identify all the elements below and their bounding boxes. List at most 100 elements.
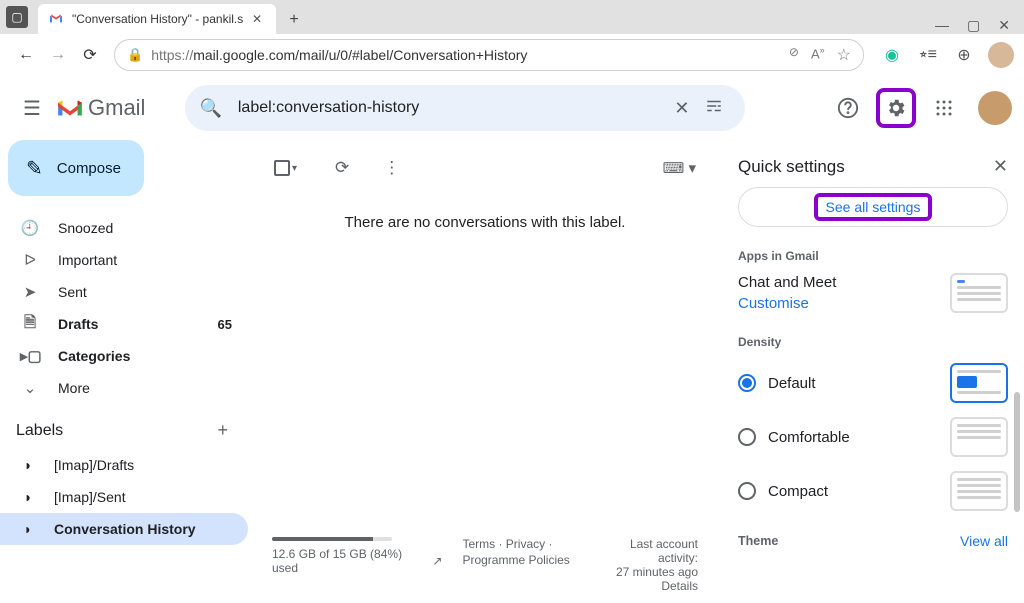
theme-section-label: Theme	[738, 534, 778, 548]
gmail-logo[interactable]: Gmail	[56, 95, 145, 121]
settings-gear-icon[interactable]	[876, 88, 916, 128]
reader-icon[interactable]: ⊘	[789, 45, 799, 65]
terms-link[interactable]: Terms	[462, 537, 495, 551]
labels-header: Labels +	[0, 404, 248, 449]
see-all-label: See all settings	[814, 193, 933, 221]
density-thumb-default	[950, 363, 1008, 403]
list-footer: 12.6 GB of 15 GB (84%) used ↗ Terms · Pr…	[258, 527, 712, 603]
open-link-icon[interactable]: ↗	[432, 554, 442, 568]
label-tag-icon: ◗	[20, 489, 36, 505]
density-default[interactable]: Default	[738, 363, 1008, 403]
drafts-count: 65	[218, 317, 232, 332]
activity-block: Last account activity: 27 minutes ago De…	[590, 537, 698, 593]
apps-thumbnail	[950, 273, 1008, 313]
label-text: [Imap]/Drafts	[54, 457, 134, 473]
sidebar-label: Sent	[58, 284, 87, 300]
compose-button[interactable]: ✎ Compose	[8, 140, 144, 196]
help-icon[interactable]	[828, 88, 868, 128]
url-scheme: https://	[151, 47, 193, 63]
sidebar-label: Snoozed	[58, 220, 113, 236]
sidebar-item-categories[interactable]: ▸▢Categories	[0, 340, 248, 372]
density-section-label: Density	[738, 335, 1008, 349]
density-comfortable[interactable]: Comfortable	[738, 417, 1008, 457]
browser-tab[interactable]: "Conversation History" - pankil.s ✕	[38, 4, 276, 34]
tab-close-icon[interactable]: ✕	[248, 12, 266, 26]
density-label: Compact	[768, 483, 828, 500]
labels-title: Labels	[16, 422, 63, 440]
customise-link[interactable]: Customise	[738, 295, 836, 312]
forward-button[interactable]: →	[42, 39, 74, 71]
refresh-list-icon[interactable]: ⟳	[325, 158, 359, 178]
back-button[interactable]: ←	[10, 39, 42, 71]
clock-icon: 🕘	[20, 219, 40, 237]
label-tag-icon: ◗	[20, 521, 36, 537]
new-tab-button[interactable]: +	[280, 6, 308, 34]
scrollbar[interactable]	[1014, 392, 1020, 512]
account-avatar[interactable]	[978, 91, 1012, 125]
refresh-button[interactable]: ⟳	[74, 39, 106, 71]
address-bar[interactable]: 🔒 https://mail.google.com/mail/u/0/#labe…	[114, 39, 864, 71]
density-label: Comfortable	[768, 429, 850, 446]
close-panel-icon[interactable]: ✕	[993, 156, 1008, 177]
input-tools-icon[interactable]: ⌨ ▾	[663, 159, 696, 177]
sidebar-item-sent[interactable]: ➤ Sent	[0, 276, 248, 308]
select-all-checkbox[interactable]: ▾	[274, 160, 297, 176]
tab-actions-icon[interactable]: ▢	[6, 6, 28, 28]
sidebar-item-important[interactable]: ᐅ Important	[0, 244, 248, 276]
policy-links: Terms · Privacy · Programme Policies	[462, 537, 569, 567]
label-imap-sent[interactable]: ◗[Imap]/Sent	[0, 481, 248, 513]
url-path: mail.google.com/mail/u/0/#label/Conversa…	[193, 47, 527, 63]
sidebar-label: Drafts	[58, 316, 98, 332]
search-icon[interactable]: 🔍	[199, 98, 221, 119]
density-thumb-comfortable	[950, 417, 1008, 457]
text-aa-icon[interactable]: A»	[811, 45, 825, 65]
lock-icon: 🔒	[127, 47, 143, 63]
maximize-icon[interactable]: ▢	[967, 17, 980, 34]
window-controls: — ▢ ✕	[921, 17, 1024, 34]
grammarly-icon[interactable]: ◉	[880, 43, 904, 67]
view-all-themes-link[interactable]: View all	[960, 533, 1008, 549]
favorite-star-icon[interactable]: ☆	[837, 45, 851, 65]
favorites-icon[interactable]: ⭒≡	[916, 43, 940, 67]
gmail-header: ☰ Gmail 🔍 ✕	[0, 76, 1024, 140]
quick-settings-panel: Quick settings ✕ See all settings Apps i…	[722, 140, 1024, 603]
sidebar-label: Important	[58, 252, 117, 268]
search-input[interactable]	[238, 99, 666, 117]
programme-policies-link[interactable]: Programme Policies	[462, 553, 569, 567]
browser-profile-avatar[interactable]	[988, 42, 1014, 68]
sidebar-item-more[interactable]: ⌄More	[0, 372, 248, 404]
label-text: Conversation History	[54, 521, 196, 537]
chevron-down-icon: ⌄	[20, 379, 40, 397]
radio-icon	[738, 428, 756, 446]
clear-search-icon[interactable]: ✕	[666, 98, 697, 119]
minimize-icon[interactable]: —	[935, 17, 949, 34]
search-box[interactable]: 🔍 ✕	[185, 85, 745, 131]
more-options-icon[interactable]: ⋮	[373, 158, 410, 178]
search-tune-icon[interactable]	[697, 97, 731, 120]
label-tag-icon: ◗	[20, 457, 36, 473]
gmail-favicon	[48, 11, 64, 27]
density-compact[interactable]: Compact	[738, 471, 1008, 511]
label-imap-drafts[interactable]: ◗ [Imap]/Drafts	[0, 449, 248, 481]
sidebar-item-snoozed[interactable]: 🕘 Snoozed	[0, 212, 248, 244]
send-icon: ➤	[20, 283, 40, 301]
storage-bar	[272, 537, 392, 541]
list-toolbar: ▾ ⟳ ⋮ ⌨ ▾	[258, 150, 712, 186]
main-menu-icon[interactable]: ☰	[12, 88, 52, 128]
details-link[interactable]: Details	[590, 579, 698, 593]
sidebar-item-drafts[interactable]: 🗎 Drafts 65	[0, 308, 248, 340]
close-window-icon[interactable]: ✕	[998, 17, 1010, 34]
apps-grid-icon[interactable]	[924, 88, 964, 128]
browser-titlebar: ▢ "Conversation History" - pankil.s ✕ + …	[0, 0, 1024, 34]
important-icon: ᐅ	[20, 251, 40, 269]
draft-icon: 🗎	[20, 312, 40, 337]
label-conversation-history[interactable]: ◗ Conversation History	[0, 513, 248, 545]
activity-time: 27 minutes ago	[590, 565, 698, 579]
collections-icon[interactable]: ⊕	[952, 43, 976, 67]
add-label-icon[interactable]: +	[217, 420, 228, 441]
pencil-icon: ✎	[26, 156, 43, 181]
see-all-settings-button[interactable]: See all settings	[738, 187, 1008, 227]
tab-title: "Conversation History" - pankil.s	[72, 12, 248, 26]
privacy-link[interactable]: Privacy	[506, 537, 545, 551]
radio-icon	[738, 482, 756, 500]
